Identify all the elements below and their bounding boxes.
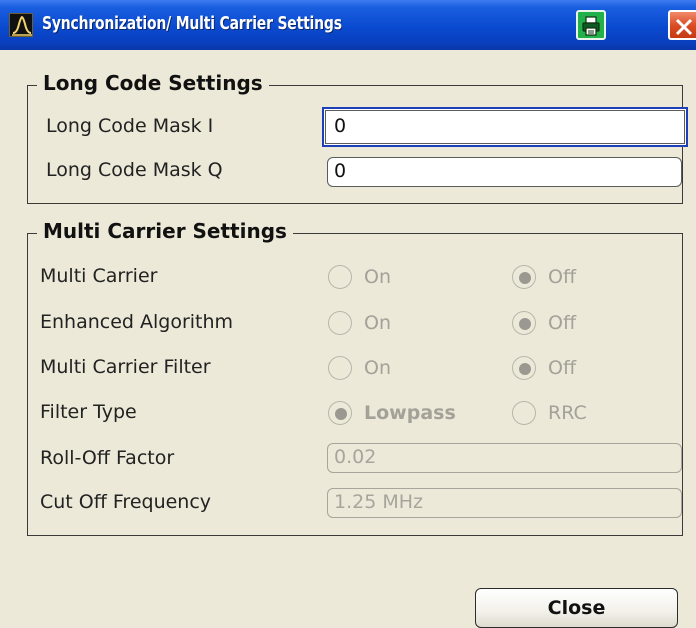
radio-unchecked-icon	[328, 356, 352, 380]
long-code-mask-i-input[interactable]: 0	[322, 107, 688, 147]
cutoff-frequency-input[interactable]: 1.25 MHz	[327, 488, 682, 518]
radio-unchecked-icon	[512, 401, 536, 425]
radio-unchecked-icon	[328, 265, 352, 289]
filter-type-rrc-radio[interactable]: RRC	[512, 398, 587, 428]
radio-checked-icon	[512, 311, 536, 335]
long-code-mask-q-input[interactable]: 0	[327, 157, 682, 187]
title-bar[interactable]: Synchronization/ Multi Carrier Settings	[0, 0, 696, 50]
enhanced-algorithm-on-radio[interactable]: On	[328, 308, 391, 338]
close-icon	[675, 18, 693, 36]
dialog-window: Synchronization/ Multi Carrier Settings …	[0, 0, 696, 628]
window-title: Synchronization/ Multi Carrier Settings	[42, 13, 342, 34]
radio-label: Off	[548, 266, 577, 288]
multi-carrier-filter-off-radio[interactable]: Off	[512, 353, 576, 383]
radio-label: On	[364, 312, 391, 334]
cutoff-frequency-label: Cut Off Frequency	[40, 491, 212, 513]
radio-unchecked-icon	[328, 311, 352, 335]
multi-carrier-group-title: Multi Carrier Settings	[37, 219, 293, 243]
long-code-mask-i-label: Long Code Mask I	[46, 115, 214, 137]
radio-checked-icon	[328, 401, 352, 425]
filter-type-label: Filter Type	[40, 401, 137, 423]
radio-label: On	[364, 266, 391, 288]
window-close-button[interactable]	[668, 10, 696, 40]
multi-carrier-on-radio[interactable]: On	[328, 262, 391, 292]
long-code-mask-q-label: Long Code Mask Q	[46, 159, 223, 181]
rolloff-factor-label: Roll-Off Factor	[40, 447, 175, 469]
multi-carrier-off-radio[interactable]: Off	[512, 262, 576, 292]
filter-type-lowpass-radio[interactable]: Lowpass	[328, 398, 456, 428]
radio-label: Lowpass	[364, 402, 456, 424]
radio-label: Off	[548, 357, 577, 379]
multi-carrier-label: Multi Carrier	[40, 265, 158, 287]
rolloff-factor-input[interactable]: 0.02	[327, 443, 682, 473]
close-button[interactable]: Close	[475, 588, 678, 628]
radio-checked-icon	[512, 356, 536, 380]
multi-carrier-filter-label: Multi Carrier Filter	[40, 356, 211, 378]
print-button[interactable]	[576, 10, 606, 40]
radio-label: On	[364, 357, 391, 379]
radio-label: RRC	[548, 402, 587, 424]
radio-checked-icon	[512, 265, 536, 289]
print-icon	[582, 16, 600, 36]
app-logo-icon	[9, 13, 33, 37]
radio-label: Off	[548, 312, 577, 334]
enhanced-algorithm-label: Enhanced Algorithm	[40, 311, 234, 333]
multi-carrier-filter-on-radio[interactable]: On	[328, 353, 391, 383]
enhanced-algorithm-off-radio[interactable]: Off	[512, 308, 576, 338]
long-code-group-title: Long Code Settings	[37, 71, 269, 95]
